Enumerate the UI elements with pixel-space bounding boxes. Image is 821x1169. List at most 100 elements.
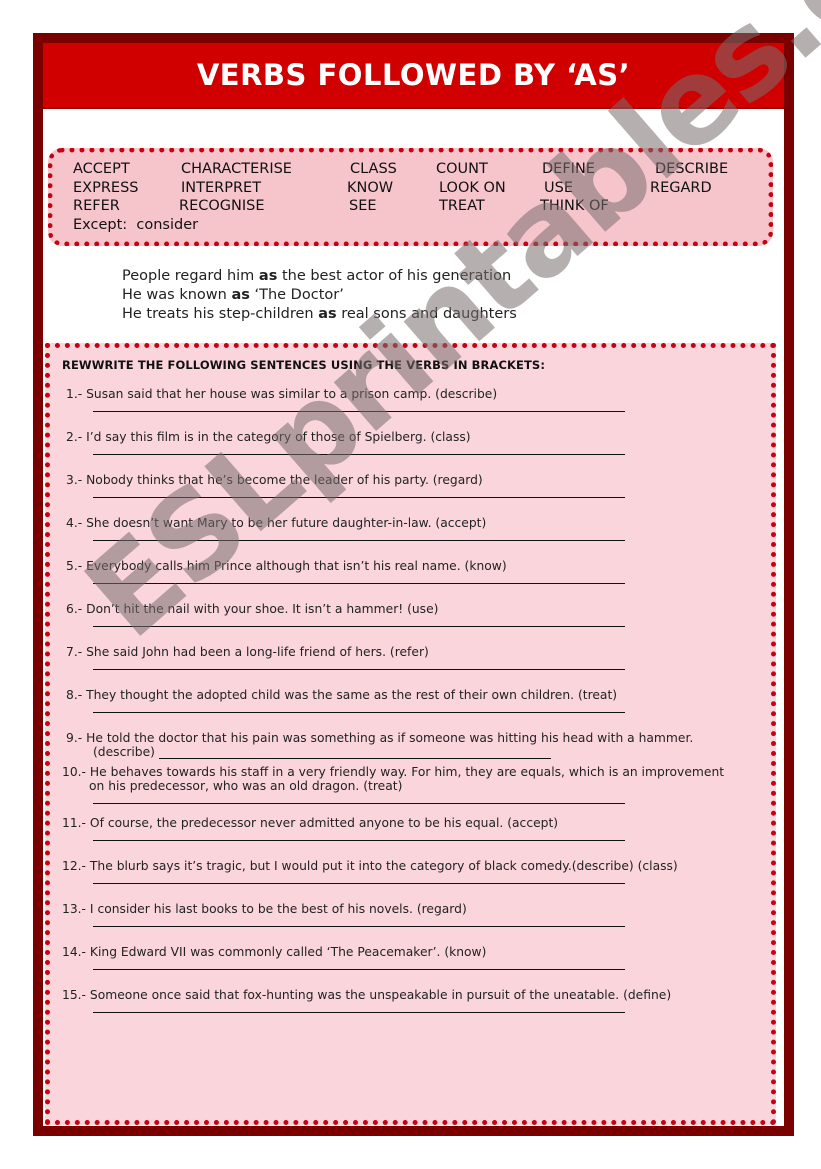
exercise-number: 3.- [66,473,83,487]
exercise-number: 2.- [66,430,83,444]
except-note: Except: consider [73,217,198,233]
exercise-sentence: 11.- Of course, the predecessor never ad… [62,816,771,830]
verb-item: REFER [73,198,120,214]
answer-line[interactable] [93,659,625,670]
exercise-item: 6.- Don’t hit the nail with your shoe. I… [66,602,771,627]
exercise-item: 1.- Susan said that her house was simila… [66,387,771,412]
answer-line[interactable] [93,616,625,627]
exercise-item: 14.- King Edward VII was commonly called… [62,945,771,970]
exercise-item: 12.- The blurb says it’s tragic, but I w… [62,859,771,884]
exercise-number: 5.- [66,559,83,573]
exercise-text: Of course, the predecessor never admitte… [89,816,559,830]
answer-line[interactable] [158,747,551,759]
exercise-sentence: 10.- He behaves towards his staff in a v… [62,765,771,779]
exercise-text: (describe) [93,745,155,759]
exercise-number: 14.- [62,945,86,959]
example-text: real sons and daughters [336,306,517,322]
title-bar: VERBS FOLLOWED BY ‘AS’ [43,43,784,109]
exercise-number: 11.- [62,816,86,830]
verb-item: CHARACTERISE [181,161,292,177]
verb-item: COUNT [436,161,488,177]
example-sentence: He was known as ‘The Doctor’ [122,286,517,305]
exercise-sentence: 12.- The blurb says it’s tragic, but I w… [62,859,771,873]
example-text: He was known [122,287,232,303]
exercise-item: 10.- He behaves towards his staff in a v… [62,765,771,804]
exercise-text: I’d say this film is in the category of … [86,430,471,444]
page-frame: VERBS FOLLOWED BY ‘AS’ ACCEPT CHARACTERI… [33,33,794,1136]
verb-item: KNOW [347,179,394,196]
exercise-item: 11.- Of course, the predecessor never ad… [62,816,771,841]
answer-line[interactable] [93,401,625,412]
exercise-item: 13.- I consider his last books to be the… [62,902,771,927]
example-text: People regard him [122,268,259,284]
exercise-sentence: 13.- I consider his last books to be the… [62,902,771,916]
exercise-text: Someone once said that fox-hunting was t… [89,988,672,1002]
example-text: He treats his step-children [122,306,319,322]
verb-item: SEE [349,198,377,214]
example-sentence: People regard him as the best actor of h… [122,267,517,286]
exercise-number: 12.- [62,859,86,873]
exercise-number: 10.- [62,765,86,779]
verb-item: LOOK ON [439,179,506,196]
exercise-number: 8.- [66,688,83,702]
exercise-sentence: 4.- She doesn’t want Mary to be her futu… [66,516,771,530]
example-text: the best actor of his generation [277,268,512,284]
example-keyword: as [258,268,278,284]
answer-line[interactable] [93,702,625,713]
exercise-sentence: 2.- I’d say this film is in the category… [66,430,771,444]
except-label: Except: [73,216,128,233]
answer-line[interactable] [93,444,625,455]
exercise-sentence: 1.- Susan said that her house was simila… [66,387,771,401]
exercise-list: 1.- Susan said that her house was simila… [60,387,771,1013]
exercise-continuation: (describe) [66,745,771,759]
exercise-sentence: 6.- Don’t hit the nail with your shoe. I… [66,602,771,616]
page-title: VERBS FOLLOWED BY ‘AS’ [196,58,631,92]
answer-line[interactable] [93,573,625,584]
verb-item: RECOGNISE [179,198,265,214]
exercise-sentence: 5.- Everybody calls him Prince although … [66,559,771,573]
exercise-number: 4.- [66,516,83,530]
exercise-text: on his predecessor, who was an old drago… [89,779,403,793]
verb-item: THINK OF [540,198,609,214]
answer-line[interactable] [93,873,625,884]
exercise-text: He behaves towards his staff in a very f… [89,765,725,779]
verb-list-box: ACCEPT CHARACTERISE CLASS COUNT DEFINE D… [48,148,773,246]
answer-line[interactable] [93,830,625,841]
example-keyword: as [231,287,250,303]
verb-row: ACCEPT CHARACTERISE CLASS COUNT DEFINE D… [73,161,768,180]
exercise-text: They thought the adopted child was the s… [86,688,618,702]
exercise-sentence: 8.- They thought the adopted child was t… [66,688,771,702]
verb-item: ACCEPT [73,161,130,177]
exercise-number: 13.- [62,902,86,916]
exercise-item: 5.- Everybody calls him Prince although … [66,559,771,584]
answer-line[interactable] [93,1002,625,1013]
page-inner: VERBS FOLLOWED BY ‘AS’ ACCEPT CHARACTERI… [43,43,784,1126]
exercise-number: 7.- [66,645,83,659]
verb-item: INTERPRET [181,179,262,196]
exercise-text: Susan said that her house was similar to… [86,387,498,401]
answer-line[interactable] [93,959,625,970]
exercise-text: She doesn’t want Mary to be her future d… [86,516,487,530]
exercise-sentence: 7.- She said John had been a long-life f… [66,645,771,659]
exercise-number: 15.- [62,988,86,1002]
answer-line[interactable] [93,793,625,804]
exercise-text: I consider his last books to be the best… [89,902,467,916]
exercise-item: 9.- He told the doctor that his pain was… [66,731,771,759]
exercise-number: 1.- [66,387,83,401]
answer-line[interactable] [93,487,625,498]
verb-item: CLASS [350,161,397,177]
exercise-number: 6.- [66,602,83,616]
exercise-text: Everybody calls him Prince although that… [86,559,507,573]
answer-line[interactable] [93,530,625,541]
example-text: ‘The Doctor’ [249,287,344,303]
exercise-item: 3.- Nobody thinks that he’s become the l… [66,473,771,498]
verb-item: TREAT [439,198,485,214]
answer-line[interactable] [93,916,625,927]
exercise-item: 15.- Someone once said that fox-hunting … [62,988,771,1013]
exercise-item: 2.- I’d say this film is in the category… [66,430,771,455]
exercise-sentence: 3.- Nobody thinks that he’s become the l… [66,473,771,487]
exercise-text: Don’t hit the nail with your shoe. It is… [86,602,439,616]
exercise-text: Nobody thinks that he’s become the leade… [86,473,483,487]
verb-item: EXPRESS [73,179,139,196]
example-keyword: as [318,306,337,322]
